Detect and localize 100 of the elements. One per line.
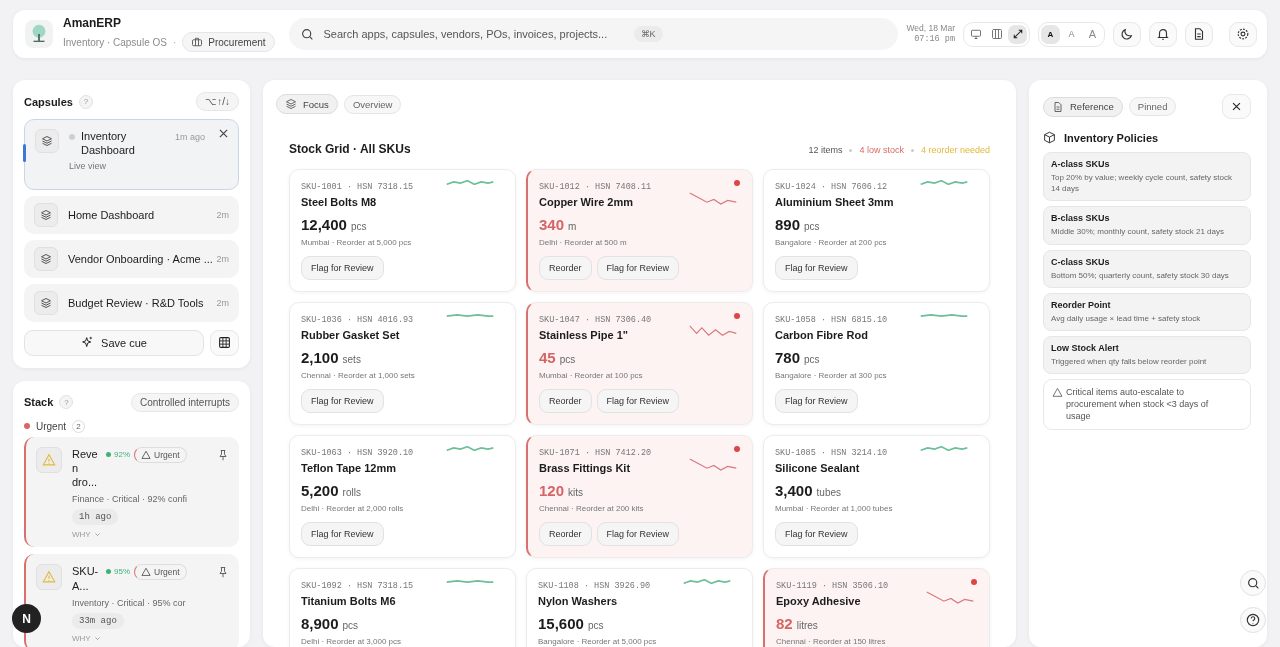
capsule-time: 2m bbox=[216, 297, 229, 308]
chevron-down-icon bbox=[93, 531, 101, 539]
alert-meta: Inventory · Critical · 95% cor bbox=[72, 598, 187, 609]
sparkline-drawing bbox=[445, 446, 495, 451]
quantity: 2,100 bbox=[301, 349, 339, 366]
card-action-button[interactable]: Reorder bbox=[539, 522, 592, 546]
location-text: Mumbai · Reorder at 1,000 tubes bbox=[775, 504, 894, 513]
card-action-button[interactable]: Flag for Review bbox=[596, 389, 680, 413]
context-chip[interactable]: Procurement bbox=[182, 32, 275, 52]
policy-title: Reorder Point bbox=[1051, 299, 1112, 310]
columns-icon bbox=[990, 28, 1003, 40]
notifications-button[interactable] bbox=[1149, 21, 1177, 47]
location-text: Bangalore · Reorder at 200 pcs bbox=[775, 238, 888, 247]
reference-tab[interactable]: Reference bbox=[1043, 96, 1123, 117]
card-action-button[interactable]: Flag for Review bbox=[775, 522, 858, 546]
expand-icon bbox=[1011, 28, 1024, 40]
layers-icon bbox=[34, 246, 58, 271]
quantity: 120 bbox=[539, 482, 565, 499]
sparkline-drawing bbox=[445, 180, 495, 185]
close-button[interactable] bbox=[1222, 94, 1251, 119]
sparkline-drawing bbox=[925, 591, 975, 604]
product-name: Carbon Fibre Rod bbox=[775, 329, 868, 341]
confidence-text: 95% bbox=[114, 567, 130, 577]
policy-title: B-class SKUs bbox=[1051, 213, 1111, 224]
sku-code: SKU-1024 · HSN 7606.12 bbox=[775, 182, 888, 192]
close-icon[interactable] bbox=[219, 129, 228, 138]
reference-tab[interactable]: Pinned bbox=[1128, 97, 1177, 116]
card-action-button[interactable]: Reorder bbox=[539, 389, 592, 413]
sku-code: SKU-1063 · HSN 3920.10 bbox=[301, 448, 414, 458]
card-action-button[interactable]: Flag for Review bbox=[596, 256, 680, 280]
alert-title: Reven dro... bbox=[72, 446, 99, 490]
search-icon bbox=[1246, 576, 1260, 590]
quantity: 5,200 bbox=[301, 482, 339, 499]
document-button[interactable] bbox=[1185, 21, 1213, 47]
location-text: Chennai · Reorder at 200 kits bbox=[539, 504, 645, 513]
confidence-text: 92% bbox=[114, 449, 130, 459]
unit-text: kits bbox=[568, 487, 584, 498]
note-text: Critical items auto-escalate to procurement when stock <3 days of usage bbox=[1066, 386, 1210, 423]
help-icon bbox=[1246, 613, 1260, 627]
font-size-button[interactable]: A bbox=[1062, 24, 1081, 44]
card-action-button[interactable]: Flag for Review bbox=[596, 522, 680, 546]
card-action-button[interactable]: Reorder bbox=[539, 256, 592, 280]
pin-icon[interactable] bbox=[217, 448, 229, 461]
card-action-button[interactable]: Flag for Review bbox=[775, 389, 858, 413]
policy-text: Middle 30%; monthly count, safety stock 21 days bbox=[1051, 226, 1225, 238]
sparkline-drawing bbox=[682, 579, 732, 584]
alert-card[interactable]: Reven dro... 92% Urgent Finance · Critical · 92% confi 1h ago WHY bbox=[24, 436, 239, 548]
product-name: Nylon Washers bbox=[538, 595, 618, 607]
expand-view-button[interactable] bbox=[1008, 24, 1027, 44]
sku-code: SKU-1085 · HSN 3214.10 bbox=[775, 448, 888, 458]
save-cue-button[interactable]: Save cue bbox=[24, 329, 204, 356]
quantity: 15,600 bbox=[538, 615, 584, 632]
sku-code: SKU-1108 · HSN 3926.90 bbox=[538, 581, 651, 591]
urgent-dot bbox=[24, 423, 30, 430]
pin-icon[interactable] bbox=[217, 566, 229, 579]
unit-text: pcs bbox=[804, 354, 820, 365]
date-text: Wed, 18 Mar bbox=[906, 22, 955, 34]
sku-code: SKU-1012 · HSN 7408.11 bbox=[539, 182, 652, 192]
grid-button[interactable] bbox=[210, 329, 239, 356]
policy-text: Triggered when qty falls below reorder point bbox=[1051, 355, 1208, 368]
capsule-time: 2m bbox=[216, 253, 229, 264]
dark-mode-button[interactable] bbox=[1113, 21, 1141, 47]
policy-text: Bottom 50%; quarterly count, safety stock 30 days bbox=[1051, 269, 1230, 281]
sparkle-icon bbox=[81, 336, 95, 350]
font-size-button[interactable]: A bbox=[1083, 24, 1102, 44]
sparkline-drawing bbox=[919, 313, 969, 318]
unit-text: pcs bbox=[587, 620, 604, 631]
product-name: Epoxy Adhesive bbox=[776, 595, 861, 607]
alert-title: SKU-A... bbox=[72, 564, 100, 594]
card-action-button[interactable]: Flag for Review bbox=[301, 256, 384, 280]
capsule-item[interactable]: Inventory Dashboard Live view 1m ago bbox=[24, 119, 239, 190]
sku-code: SKU-1119 · HSN 3506.10 bbox=[776, 581, 889, 591]
search-input[interactable]: Search apps, capsules, vendors, POs, invoices, projects... bbox=[321, 27, 626, 41]
time-text: 07:16 pm bbox=[914, 34, 955, 46]
document-icon bbox=[1052, 100, 1064, 113]
card-action-button[interactable]: Flag for Review bbox=[301, 522, 384, 546]
mode-chip[interactable]: Controlled interrupts bbox=[130, 392, 239, 412]
panel-title: Capsules bbox=[24, 95, 73, 108]
settings-button[interactable] bbox=[1229, 21, 1257, 47]
alert-meta: Finance · Critical · 92% confi bbox=[72, 494, 189, 505]
capsule-item[interactable]: Budget Review · R&D Tools 2m bbox=[24, 283, 239, 322]
location-text: Delhi · Reorder at 3,000 pcs bbox=[301, 637, 403, 646]
age-chip: 33m ago bbox=[72, 613, 124, 630]
location-text: Bangalore · Reorder at 300 pcs bbox=[775, 371, 888, 380]
location-text: Delhi · Reorder at 2,000 rolls bbox=[301, 504, 405, 513]
card-action-button[interactable]: Flag for Review bbox=[775, 256, 858, 280]
product-name: Rubber Gasket Set bbox=[301, 329, 400, 341]
age-chip: 1h ago bbox=[72, 509, 119, 526]
sparkline-drawing bbox=[919, 446, 969, 451]
capsule-item[interactable]: Vendor Onboarding · Acme ... 2m bbox=[24, 239, 239, 278]
view-tab[interactable]: Overview bbox=[343, 94, 402, 114]
card-action-button[interactable]: Flag for Review bbox=[301, 389, 384, 413]
view-tab[interactable]: Focus bbox=[276, 94, 338, 114]
policy-title: A-class SKUs bbox=[1051, 159, 1111, 169]
unit-text: m bbox=[568, 221, 577, 232]
capsule-title: Budget Review · R&D Tools bbox=[68, 296, 204, 309]
font-size-button[interactable]: A bbox=[1041, 24, 1060, 44]
capsule-title: Vendor Onboarding · Acme ... bbox=[68, 252, 213, 265]
sparkline-drawing bbox=[688, 325, 738, 338]
capsule-item[interactable]: Home Dashboard 2m bbox=[24, 195, 239, 234]
